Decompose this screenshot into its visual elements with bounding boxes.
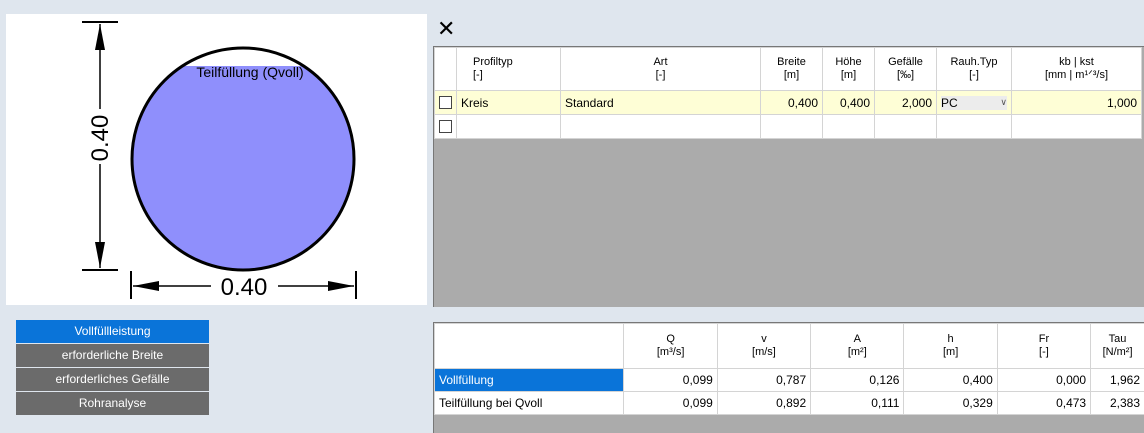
results-table: Q[m³/s] v[m/s] A[m²] h[m] Fr[-] Tau[N/m²…	[434, 323, 1144, 415]
col-header-h[interactable]: h[m]	[904, 324, 997, 369]
cell-breite[interactable]: 0,400	[761, 91, 823, 115]
rauh-typ-select[interactable]: PC ∨	[941, 96, 1007, 110]
cell-rauh-typ[interactable]: PC ∨	[937, 91, 1012, 115]
cell-kb-kst[interactable]: 1,000	[1012, 91, 1142, 115]
cell-empty[interactable]	[1012, 115, 1142, 139]
cell-gefaelle[interactable]: 2,000	[875, 91, 937, 115]
col-header-gefaelle[interactable]: Gefälle[‰]	[875, 48, 937, 91]
cell-q[interactable]: 0,099	[624, 369, 717, 392]
profile-drawing: Teilfüllung (Qvoll) 0.40 0.40	[6, 14, 427, 305]
close-icon[interactable]: ✕	[437, 18, 455, 40]
cell-a[interactable]: 0,111	[811, 392, 904, 415]
cell-q[interactable]: 0,099	[624, 392, 717, 415]
cell-tau[interactable]: 1,962	[1091, 369, 1144, 392]
nav-rohranalyse[interactable]: Rohranalyse	[16, 392, 209, 415]
cell-a[interactable]: 0,126	[811, 369, 904, 392]
dim-horizontal: 0.40	[221, 274, 268, 301]
col-header-breite[interactable]: Breite[m]	[761, 48, 823, 91]
col-header-fr[interactable]: Fr[-]	[997, 324, 1090, 369]
row-checkbox-cell[interactable]	[435, 91, 457, 115]
col-header-q[interactable]: Q[m³/s]	[624, 324, 717, 369]
col-header-art[interactable]: Art[-]	[561, 48, 761, 91]
row-label-vollfuellung[interactable]: Vollfüllung	[435, 369, 624, 392]
results-header-corner	[435, 324, 624, 369]
cell-empty[interactable]	[761, 115, 823, 139]
analysis-nav: Vollfüllleistung erforderliche Breite er…	[16, 320, 209, 416]
fill-label: Teilfüllung (Qvoll)	[196, 64, 303, 80]
col-header-rauh-typ[interactable]: Rauh.Typ[-]	[937, 48, 1012, 91]
cell-v[interactable]: 0,892	[717, 392, 810, 415]
profile-table: Profiltyp[-] Art[-] Breite[m] Höhe[m] Ge…	[434, 47, 1142, 139]
cell-hoehe[interactable]: 0,400	[823, 91, 875, 115]
cell-v[interactable]: 0,787	[717, 369, 810, 392]
cell-art[interactable]: Standard	[561, 91, 761, 115]
cell-empty[interactable]	[561, 115, 761, 139]
rauh-typ-value: PC	[941, 96, 958, 110]
col-header-kb-kst[interactable]: kb | kst[mm | m¹ᐟ³/s]	[1012, 48, 1142, 91]
col-header-profiltyp[interactable]: Profiltyp[-]	[457, 48, 561, 91]
cell-empty[interactable]	[875, 115, 937, 139]
row-header-corner	[435, 48, 457, 91]
table-header-row: Q[m³/s] v[m/s] A[m²] h[m] Fr[-] Tau[N/m²…	[435, 324, 1144, 369]
chevron-down-icon[interactable]: ∨	[1000, 97, 1007, 108]
cell-fr[interactable]: 0,000	[997, 369, 1090, 392]
cell-empty[interactable]	[823, 115, 875, 139]
results-grid: Q[m³/s] v[m/s] A[m²] h[m] Fr[-] Tau[N/m²…	[433, 322, 1144, 433]
nav-erforderliche-breite[interactable]: erforderliche Breite	[16, 344, 209, 367]
table-row[interactable]: Vollfüllung 0,099 0,787 0,126 0,400 0,00…	[435, 369, 1144, 392]
cell-tau[interactable]: 2,383	[1091, 392, 1144, 415]
pipe-cross-section: Teilfüllung (Qvoll) 0.40 0.40	[6, 14, 427, 305]
col-header-a[interactable]: A[m²]	[811, 324, 904, 369]
table-row[interactable]: Teilfüllung bei Qvoll 0,099 0,892 0,111 …	[435, 392, 1144, 415]
nav-vollfuellleistung[interactable]: Vollfüllleistung	[16, 320, 209, 343]
cell-empty[interactable]	[457, 115, 561, 139]
col-header-tau[interactable]: Tau[N/m²]	[1091, 324, 1144, 369]
cell-profiltyp[interactable]: Kreis	[457, 91, 561, 115]
col-header-hoehe[interactable]: Höhe[m]	[823, 48, 875, 91]
cell-h[interactable]: 0,329	[904, 392, 997, 415]
cell-h[interactable]: 0,400	[904, 369, 997, 392]
table-header-row: Profiltyp[-] Art[-] Breite[m] Höhe[m] Ge…	[435, 48, 1142, 91]
nav-erforderliches-gefaelle[interactable]: erforderliches Gefälle	[16, 368, 209, 391]
dim-vertical: 0.40	[87, 115, 114, 162]
row-checkbox-cell[interactable]	[435, 115, 457, 139]
row-label-teilfuellung[interactable]: Teilfüllung bei Qvoll	[435, 392, 624, 415]
col-header-v[interactable]: v[m/s]	[717, 324, 810, 369]
cell-empty[interactable]	[937, 115, 1012, 139]
row-checkbox[interactable]	[439, 96, 452, 109]
profile-grid: Profiltyp[-] Art[-] Breite[m] Höhe[m] Ge…	[433, 46, 1144, 307]
row-checkbox[interactable]	[439, 120, 452, 133]
cell-fr[interactable]: 0,473	[997, 392, 1090, 415]
table-row[interactable]: Kreis Standard 0,400 0,400 2,000 PC ∨ 1,…	[435, 91, 1142, 115]
table-row-new[interactable]	[435, 115, 1142, 139]
